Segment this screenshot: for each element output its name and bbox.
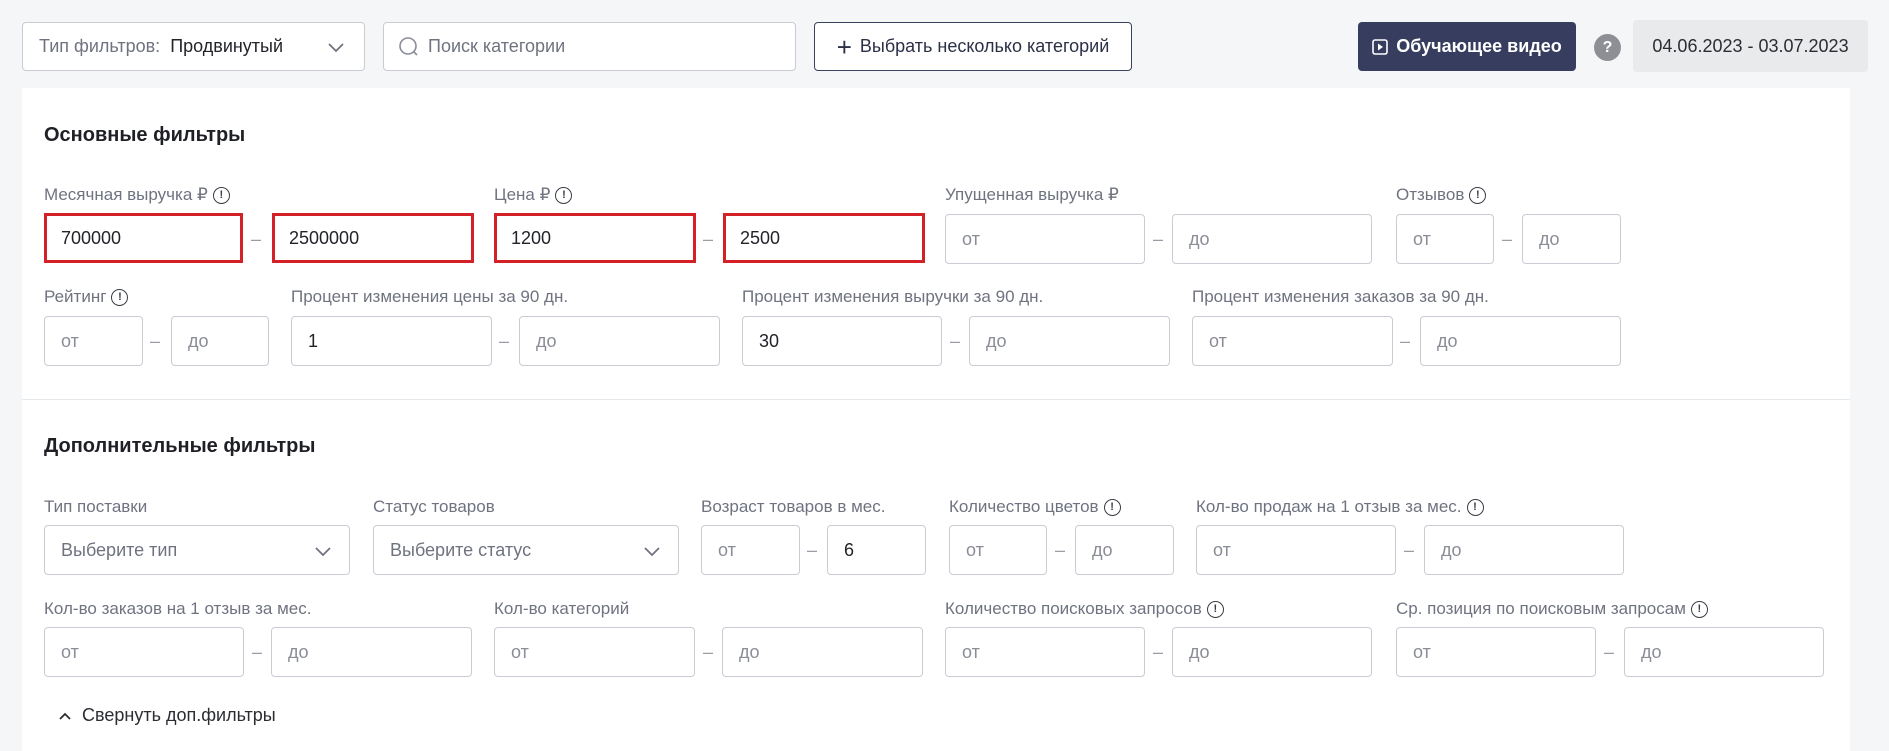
collapse-label: Свернуть доп.фильтры xyxy=(82,705,276,725)
range-dash: – xyxy=(1153,229,1164,249)
monthly-revenue-from-input[interactable]: 700000 xyxy=(44,213,243,263)
product-age-from-input[interactable]: от xyxy=(701,525,800,575)
monthly-revenue-label: Месячная выручка ₽! xyxy=(44,185,230,205)
info-icon[interactable]: ! xyxy=(555,186,573,204)
revenue-change-label: Процент изменения выручки за 90 дн. xyxy=(742,287,1044,306)
plus-icon: + xyxy=(836,31,852,62)
chevron-down-icon xyxy=(328,43,344,53)
chevron-down-icon xyxy=(644,547,660,557)
search-queries-from-input[interactable]: от xyxy=(945,627,1145,677)
rating-label: Рейтинг! xyxy=(44,287,129,307)
info-icon[interactable]: ! xyxy=(1466,498,1484,516)
rating-from-input[interactable]: от xyxy=(44,316,143,366)
chevron-down-icon xyxy=(315,547,331,557)
info-icon[interactable]: ! xyxy=(212,186,230,204)
supply-type-label: Тип поставки xyxy=(44,497,148,516)
orders-per-review-from-input[interactable]: от xyxy=(44,627,244,677)
reviews-label: Отзывов! xyxy=(1396,185,1487,205)
search-placeholder: Поиск категории xyxy=(428,36,566,56)
range-dash: – xyxy=(807,540,818,560)
chevron-up-icon xyxy=(59,712,71,720)
orders-per-review-to-input[interactable]: до xyxy=(271,627,472,677)
price-to-input[interactable]: 2500 xyxy=(723,213,925,263)
extra-filters-title: Дополнительные фильтры xyxy=(44,435,316,457)
info-icon[interactable]: ! xyxy=(1103,498,1121,516)
main-filters-title: Основные фильтры xyxy=(44,124,246,146)
range-dash: – xyxy=(950,331,961,351)
tutorial-video-button[interactable]: Обучающее видео xyxy=(1358,22,1576,71)
orders-change-from-input[interactable]: от xyxy=(1192,316,1393,366)
info-icon[interactable]: ! xyxy=(111,288,129,306)
colors-count-from-input[interactable]: от xyxy=(949,525,1047,575)
sales-per-review-from-input[interactable]: от xyxy=(1196,525,1396,575)
sales-per-review-to-input[interactable]: до xyxy=(1424,525,1624,575)
revenue-change-to-input[interactable]: до xyxy=(969,316,1170,366)
info-icon[interactable]: ! xyxy=(1690,600,1708,618)
avg-position-label: Ср. позиция по поисковым запросам! xyxy=(1396,599,1708,619)
collapse-extra-filters-link[interactable]: Свернуть доп.фильтры xyxy=(58,705,276,726)
range-dash: – xyxy=(252,642,263,662)
filter-type-value: Продвинутый xyxy=(170,36,284,56)
avg-position-from-input[interactable]: от xyxy=(1396,627,1596,677)
search-queries-label: Количество поисковых запросов! xyxy=(945,599,1224,619)
lost-revenue-from-input[interactable]: от xyxy=(945,214,1145,264)
tutorial-video-label: Обучающее видео xyxy=(1396,36,1562,56)
orders-per-review-label: Кол-во заказов на 1 отзыв за мес. xyxy=(44,599,312,618)
reviews-from-input[interactable]: от xyxy=(1396,214,1494,264)
product-status-placeholder: Выберите статус xyxy=(390,539,532,560)
revenue-change-from-input[interactable]: 30 xyxy=(742,316,942,366)
range-dash: – xyxy=(1153,642,1164,662)
category-search-input[interactable]: Поиск категории xyxy=(383,22,796,71)
filter-type-label: Тип фильтров: xyxy=(39,36,161,56)
range-dash: – xyxy=(703,229,714,249)
supply-type-select[interactable]: Выберите тип xyxy=(44,525,350,575)
categories-count-from-input[interactable]: от xyxy=(494,627,695,677)
sales-per-review-label: Кол-во продаж на 1 отзыв за мес.! xyxy=(1196,497,1484,517)
search-queries-to-input[interactable]: до xyxy=(1172,627,1372,677)
range-dash: – xyxy=(1604,642,1615,662)
range-dash: – xyxy=(251,229,262,249)
product-age-label: Возраст товаров в мес. xyxy=(701,497,886,516)
price-label: Цена ₽! xyxy=(494,185,573,205)
price-change-from-input[interactable]: 1 xyxy=(291,316,492,366)
supply-type-placeholder: Выберите тип xyxy=(61,539,178,560)
info-icon[interactable]: ! xyxy=(1206,600,1224,618)
product-age-to-input[interactable]: 6 xyxy=(827,525,926,575)
help-icon[interactable]: ? xyxy=(1594,34,1621,61)
price-from-input[interactable]: 1200 xyxy=(494,213,696,263)
date-range-picker[interactable]: 04.06.2023 - 03.07.2023 xyxy=(1633,20,1868,72)
lost-revenue-label: Упущенная выручка ₽ xyxy=(945,185,1119,204)
categories-count-to-input[interactable]: до xyxy=(722,627,923,677)
section-divider xyxy=(22,399,1850,400)
range-dash: – xyxy=(1404,540,1415,560)
range-dash: – xyxy=(1400,331,1411,351)
product-status-label: Статус товаров xyxy=(373,497,495,516)
reviews-to-input[interactable]: до xyxy=(1522,214,1621,264)
search-icon xyxy=(399,36,418,56)
range-dash: – xyxy=(499,331,510,351)
rating-to-input[interactable]: до xyxy=(171,316,269,366)
orders-change-label: Процент изменения заказов за 90 дн. xyxy=(1192,287,1489,306)
top-toolbar: Тип фильтров: Продвинутый Поиск категори… xyxy=(0,0,1889,90)
range-dash: – xyxy=(703,642,714,662)
colors-count-to-input[interactable]: до xyxy=(1075,525,1174,575)
price-change-label: Процент изменения цены за 90 дн. xyxy=(291,287,569,306)
price-change-to-input[interactable]: до xyxy=(519,316,720,366)
lost-revenue-to-input[interactable]: до xyxy=(1172,214,1372,264)
avg-position-to-input[interactable]: до xyxy=(1624,627,1824,677)
info-icon[interactable]: ! xyxy=(1469,186,1487,204)
product-status-select[interactable]: Выберите статус xyxy=(373,525,679,575)
select-multiple-categories-button[interactable]: + Выбрать несколько категорий xyxy=(814,22,1132,71)
filter-type-select[interactable]: Тип фильтров: Продвинутый xyxy=(22,22,365,71)
range-dash: – xyxy=(1055,540,1066,560)
play-icon xyxy=(1372,38,1389,55)
range-dash: – xyxy=(1502,229,1513,249)
monthly-revenue-to-input[interactable]: 2500000 xyxy=(272,213,474,263)
colors-count-label: Количество цветов! xyxy=(949,497,1121,517)
orders-change-to-input[interactable]: до xyxy=(1420,316,1621,366)
range-dash: – xyxy=(150,331,161,351)
categories-count-label: Кол-во категорий xyxy=(494,599,630,618)
multi-select-label: Выбрать несколько категорий xyxy=(859,36,1110,56)
